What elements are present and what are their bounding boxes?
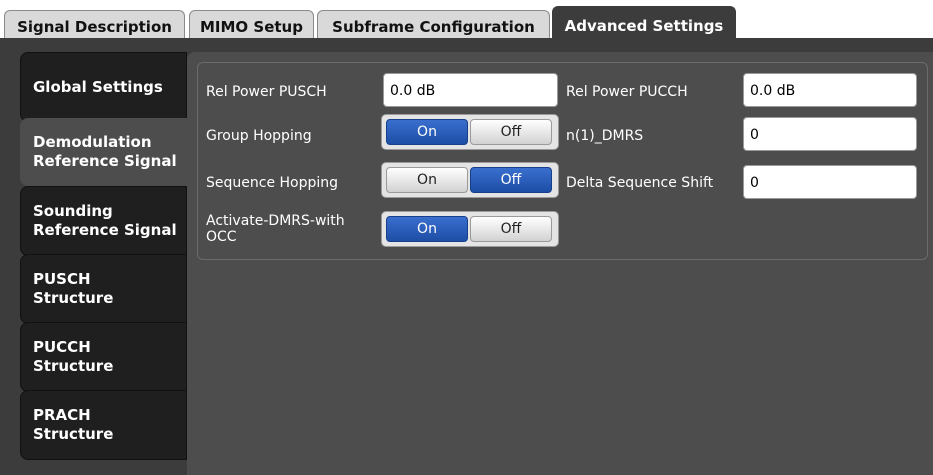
activate-dmrs-on-button[interactable]: On — [386, 216, 468, 242]
sidebar-item-label: Demodulation — [33, 133, 152, 151]
rel-power-pusch-field[interactable]: 0.0 dB — [383, 73, 558, 107]
sidebar-item-demodulation-reference-signal[interactable]: Demodulation Reference Signal — [20, 118, 187, 186]
sidebar-item-global-settings[interactable]: Global Settings — [20, 52, 187, 122]
sidebar-item-label: Global Settings — [33, 77, 163, 96]
sidebar-item-label: Reference Signal — [33, 221, 177, 239]
sidebar-item-label: PUSCH — [33, 270, 91, 288]
sidebar-item-label: Reference Signal — [33, 152, 177, 170]
sidebar-item-label: Structure — [33, 289, 114, 307]
sequence-hopping-toggle: On Off — [381, 162, 559, 198]
sidebar-item-label: PRACH — [33, 406, 91, 424]
sidebar-item-pusch-structure[interactable]: PUSCH Structure — [20, 254, 187, 324]
sidebar-item-label: PUCCH — [33, 338, 91, 356]
rel-power-pusch-label: Rel Power PUSCH — [206, 84, 327, 100]
rel-power-pucch-label: Rel Power PUCCH — [566, 84, 688, 100]
rel-power-pucch-field[interactable]: 0.0 dB — [743, 73, 917, 107]
group-hopping-off-button[interactable]: Off — [470, 119, 552, 145]
delta-sequence-shift-label: Delta Sequence Shift — [566, 175, 714, 191]
group-hopping-toggle: On Off — [381, 114, 559, 150]
sidebar-item-sounding-reference-signal[interactable]: Sounding Reference Signal — [20, 186, 187, 256]
sidebar-item-label: Structure — [33, 357, 114, 375]
activate-dmrs-label-line2: OCC — [206, 229, 237, 245]
group-hopping-label: Group Hopping — [206, 128, 312, 144]
activate-dmrs-off-button[interactable]: Off — [470, 216, 552, 242]
sequence-hopping-label: Sequence Hopping — [206, 175, 339, 191]
sidebar-item-label: Sounding — [33, 202, 113, 220]
activate-dmrs-with-occ-label: Activate-DMRS-with OCC — [206, 213, 345, 245]
n1-dmrs-label: n(1)_DMRS — [566, 128, 644, 144]
activate-dmrs-label-line1: Activate-DMRS-with — [206, 213, 345, 229]
sidebar-item-label: Structure — [33, 425, 114, 443]
sequence-hopping-on-button[interactable]: On — [386, 167, 468, 193]
activate-dmrs-with-occ-toggle: On Off — [381, 211, 559, 247]
sequence-hopping-off-button[interactable]: Off — [470, 167, 552, 193]
group-hopping-on-button[interactable]: On — [386, 119, 468, 145]
n1-dmrs-field[interactable]: 0 — [743, 117, 917, 151]
sidebar-item-prach-structure[interactable]: PRACH Structure — [20, 390, 187, 460]
delta-sequence-shift-field[interactable]: 0 — [743, 165, 917, 199]
sidebar-item-pucch-structure[interactable]: PUCCH Structure — [20, 322, 187, 392]
